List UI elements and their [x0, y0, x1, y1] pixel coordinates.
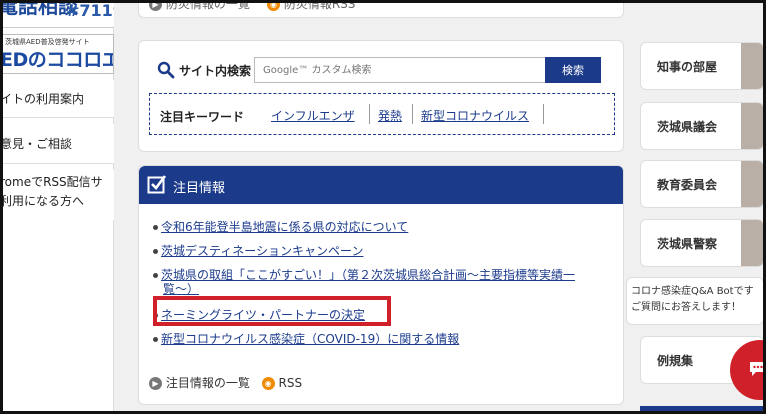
sidebar-item-chrome-rss[interactable]: romeでRSS配信サ 利用になる方へ [0, 170, 114, 220]
thumbnail-image [741, 43, 763, 89]
nav-board-of-education[interactable]: 教育委員会 [640, 160, 764, 208]
list-item: 新型コロナウイルス感染症（COVID-19）に関する情報 [153, 330, 459, 347]
chatbot-tooltip: コロナ感染症Q&A Botです ご質問にお答えします！ [626, 277, 764, 325]
search-input[interactable] [254, 57, 546, 83]
featured-rss-label: RSS [278, 376, 303, 390]
sidebar-item-label-line1: romeでRSS配信サ [0, 175, 103, 189]
site-search-panel: サイト内検索 検索 注目キーワード インフルエンザ 発熱 新型コロナウイルス [138, 40, 624, 152]
nav-label: 教育委員会 [657, 178, 718, 192]
sidebar-item-feedback[interactable]: 意見・ご相談 [0, 124, 114, 164]
disaster-list-link[interactable]: ▶ 防災情報の一覧 [149, 0, 250, 12]
featured-info-footer: ▶ 注目情報の一覧 ◉ RSS [149, 374, 302, 391]
nav-label: 茨城県警察 [657, 237, 718, 251]
keyword-link-covid[interactable]: 新型コロナウイルス [421, 107, 529, 124]
thumbnail-image [741, 103, 763, 149]
news-link-noto-earthquake[interactable]: 令和6年能登半島地震に係る県の対応について [161, 220, 408, 234]
disaster-rss-link[interactable]: ◉ 防災情報RSS [267, 0, 355, 12]
nav-governor-office[interactable]: 知事の部屋 [640, 42, 764, 90]
keyword-divider [369, 104, 370, 124]
list-item: 茨城県の取組「ここがすごい！」（第２次茨城県総合計画～主要指標等実績一 [153, 266, 575, 283]
left-sidebar: 電話相談 #7119 茨城県AED普及啓発サイト EDのココロエ イトの利用案内… [0, 0, 114, 414]
thumbnail-image [741, 220, 763, 266]
aed-banner[interactable]: 茨城県AED普及啓発サイト EDのココロエ [0, 34, 114, 74]
keyword-divider [412, 104, 413, 124]
search-button[interactable]: 検索 [545, 57, 601, 83]
sidebar-item-label-line2: 利用になる方へ [0, 194, 85, 208]
rss-icon: ◉ [267, 0, 280, 11]
nav-label: 例規集 [657, 354, 694, 368]
keyword-link-influenza[interactable]: インフルエンザ [271, 107, 355, 124]
featured-info-title: 注目情報 [173, 181, 226, 196]
highlight-box [153, 296, 391, 326]
thumbnail-image [741, 161, 763, 207]
featured-info-panel: 注目情報 令和6年能登半島地震に係る県の対応について 茨城デスティネーションキャ… [138, 165, 624, 405]
nav-prefectural-assembly[interactable]: 茨城県議会 [640, 102, 764, 150]
tel-consult-banner[interactable]: 電話相談 #7119 [0, 0, 114, 28]
disaster-list-label: 防災情報の一覧 [165, 0, 250, 11]
chatbot-tooltip-line1: コロナ感染症Q&A Botです [631, 286, 754, 297]
list-item: 茨城デスティネーションキャンペーン [153, 242, 363, 259]
bullet-icon [153, 249, 158, 254]
aed-banner-logo: EDのココロエ [0, 49, 114, 71]
keyword-divider [543, 104, 544, 124]
sidebar-item-label: イトの利用案内 [0, 92, 85, 106]
nav-label: 茨城県議会 [657, 120, 718, 134]
arrow-right-icon: ▶ [149, 0, 162, 11]
news-link-ibaraki-initiatives[interactable]: 茨城県の取組「ここがすごい！」（第２次茨城県総合計画～主要指標等実績一 [161, 268, 575, 282]
list-item-continuation: 覧～） [163, 280, 199, 297]
right-bottom-banner [640, 406, 764, 414]
featured-info-header: 注目情報 [139, 166, 623, 204]
featured-list-link[interactable]: ▶ 注目情報の一覧 [149, 376, 254, 390]
bullet-icon [153, 273, 158, 278]
keyword-link-fever[interactable]: 発熱 [378, 107, 402, 124]
featured-rss-link[interactable]: ◉ RSS [261, 376, 303, 390]
bullet-icon [153, 337, 158, 342]
news-link-destination-campaign[interactable]: 茨城デスティネーションキャンペーン [161, 244, 363, 258]
featured-list-label: 注目情報の一覧 [165, 376, 250, 390]
arrow-right-icon: ▶ [149, 377, 162, 390]
rss-icon: ◉ [261, 377, 275, 390]
disaster-rss-label: 防災情報RSS [283, 0, 356, 11]
chat-bubble-icon [750, 362, 766, 376]
tel-consult-number: #7119 [66, 1, 114, 20]
nav-label: 知事の部屋 [657, 60, 718, 74]
sidebar-item-site-guide[interactable]: イトの利用案内 [0, 80, 114, 118]
checkbox-check-icon [147, 175, 167, 194]
news-link-ibaraki-initiatives-cont[interactable]: 覧～） [163, 282, 199, 296]
news-link-covid19[interactable]: 新型コロナウイルス感染症（COVID-19）に関する情報 [161, 332, 459, 346]
sidebar-item-label: 意見・ご相談 [0, 137, 73, 151]
bullet-icon [153, 225, 158, 230]
chatbot-tooltip-line2: ご質問にお答えします！ [631, 302, 741, 313]
search-label: サイト内検索 [179, 64, 252, 78]
featured-keywords: 注目キーワード インフルエンザ 発熱 新型コロナウイルス [149, 93, 615, 135]
list-item: 令和6年能登半島地震に係る県の対応について [153, 218, 408, 235]
keyword-label: 注目キーワード [160, 110, 245, 124]
search-icon [157, 61, 175, 79]
nav-prefectural-police[interactable]: 茨城県警察 [640, 219, 764, 267]
disaster-info-links: ▶ 防災情報の一覧 ◉ 防災情報RSS [138, 0, 624, 18]
